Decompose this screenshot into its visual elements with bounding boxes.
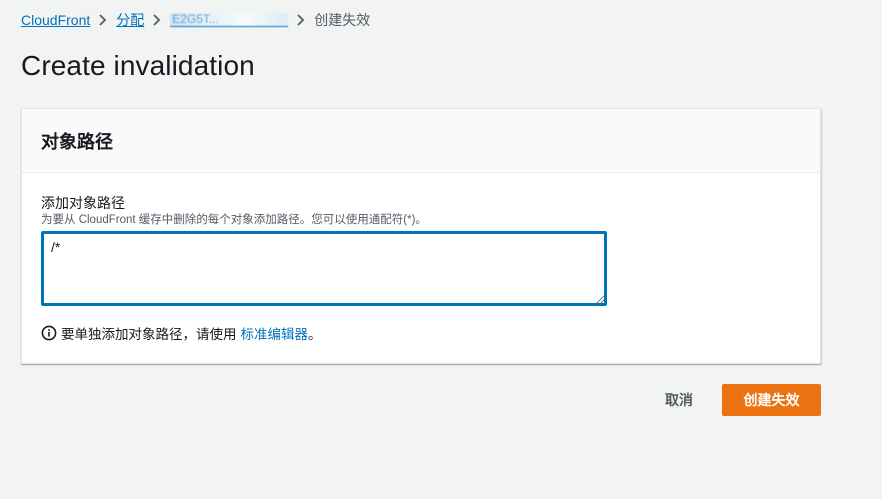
panel-header: 对象路径 xyxy=(22,109,820,173)
field-description: 为要从 CloudFront 缓存中删除的每个对象添加路径。您可以使用通配符(*… xyxy=(41,214,427,226)
breadcrumb-distributions-link[interactable]: 分配 xyxy=(116,10,144,30)
object-path-input[interactable]: /* xyxy=(41,231,607,306)
info-row: 要单独添加对象路径，请使用 标准编辑器 。 xyxy=(41,323,322,343)
chevron-right-icon xyxy=(288,10,314,30)
info-text: 要单独添加对象路径，请使用 xyxy=(61,327,237,342)
page-title: Create invalidation xyxy=(21,50,255,81)
breadcrumb: CloudFront 分配 E2G5T... 创建失效 xyxy=(21,10,370,30)
object-paths-panel: 对象路径 添加对象路径 为要从 CloudFront 缓存中删除的每个对象添加路… xyxy=(21,108,821,364)
cancel-button[interactable]: 取消 xyxy=(650,385,708,415)
info-circle-icon xyxy=(41,325,57,341)
panel-title: 对象路径 xyxy=(41,131,113,152)
create-invalidation-button[interactable]: 创建失效 xyxy=(722,384,821,416)
field-label: 添加对象路径 xyxy=(41,195,125,211)
breadcrumb-current: 创建失效 xyxy=(314,12,371,28)
chevron-right-icon xyxy=(144,10,170,30)
breadcrumb-distribution-id-text: E2G5T... xyxy=(172,12,219,26)
breadcrumb-cloudfront-link[interactable]: CloudFront xyxy=(21,12,90,28)
breadcrumb-distribution-id-link[interactable]: E2G5T... xyxy=(170,12,289,27)
standard-editor-link[interactable]: 标准编辑器 xyxy=(241,323,309,343)
info-suffix: 。 xyxy=(308,327,322,342)
chevron-right-icon xyxy=(90,10,116,30)
